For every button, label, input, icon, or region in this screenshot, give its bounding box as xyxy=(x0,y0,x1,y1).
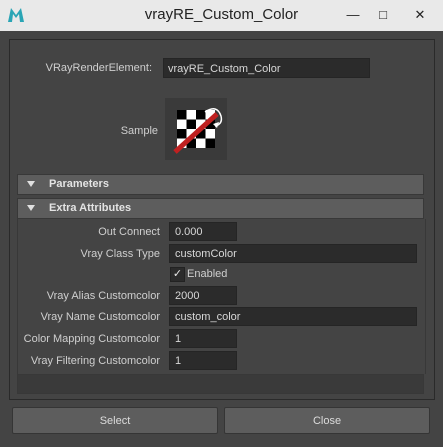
element-name-field[interactable]: vrayRE_Custom_Color xyxy=(163,58,370,78)
collapse-arrow-icon xyxy=(27,181,35,187)
enabled-label: Enabled xyxy=(187,268,228,280)
close-icon: ✕ xyxy=(414,7,426,22)
close-window-button[interactable]: ✕ xyxy=(403,4,437,26)
close-button[interactable]: Close xyxy=(224,407,430,434)
color-mapping-label: ' Color Mapping Customcolor xyxy=(20,333,160,345)
alias-label: Vray Alias Customcolor xyxy=(46,290,160,302)
section-title: Parameters xyxy=(49,178,109,190)
minimize-icon: — xyxy=(346,7,360,22)
name-label: Vray Name Customcolor xyxy=(40,311,160,323)
out-connect-label: Out Connect xyxy=(98,226,160,238)
maximize-icon: □ xyxy=(379,7,387,22)
filtering-field[interactable]: 1 xyxy=(169,351,237,370)
enabled-checkbox[interactable]: ✓ xyxy=(170,267,185,282)
sample-swatch[interactable] xyxy=(165,98,227,160)
class-type-label: Vray Class Type xyxy=(80,248,160,260)
element-label: VRayRenderElement: xyxy=(45,62,152,74)
maximize-button[interactable]: □ xyxy=(369,4,397,26)
class-type-field[interactable]: customColor xyxy=(169,244,417,263)
section-title: Extra Attributes xyxy=(49,202,132,214)
expand-arrow-icon xyxy=(27,205,35,211)
checker-sample-icon xyxy=(165,98,227,160)
filtering-label: Vray Filtering Customcolor xyxy=(30,355,160,367)
alias-field[interactable]: 2000 xyxy=(169,286,237,305)
section-extra-attributes[interactable]: Extra Attributes xyxy=(17,198,424,219)
title-bar[interactable]: vrayRE_Custom_Color — □ ✕ xyxy=(0,0,443,32)
sample-label: Sample xyxy=(120,125,158,137)
horizontal-scrollbar[interactable] xyxy=(17,374,424,394)
section-parameters[interactable]: Parameters xyxy=(17,174,424,195)
minimize-button[interactable]: — xyxy=(339,4,367,26)
select-button[interactable]: Select xyxy=(12,407,218,434)
name-field[interactable]: custom_color xyxy=(169,307,417,326)
color-mapping-label-text: ' Color Mapping Customcolor xyxy=(20,333,160,345)
out-connect-field[interactable]: 0.000 xyxy=(169,222,237,241)
color-mapping-field[interactable]: 1 xyxy=(169,329,237,348)
